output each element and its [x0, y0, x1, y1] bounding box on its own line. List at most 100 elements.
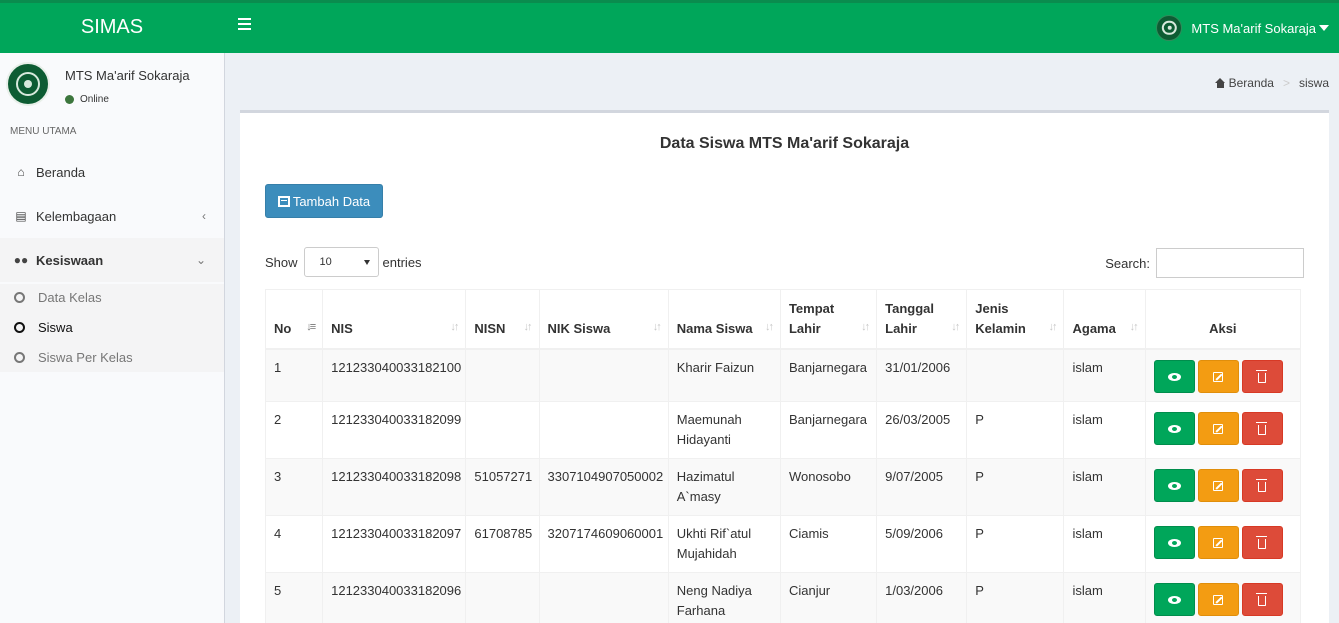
- column-header-no[interactable]: No ↓≡: [264, 289, 324, 350]
- cell-nisn: 61708785: [465, 515, 540, 573]
- cell-no: 4: [264, 515, 324, 573]
- column-header-nik[interactable]: NIK Siswa ↓↑: [538, 289, 669, 350]
- breadcrumb-separator: >: [1282, 76, 1290, 90]
- search-input[interactable]: [1156, 248, 1304, 278]
- cell-tanggal-lahir: 5/09/2006: [876, 515, 968, 573]
- cell-nama: Kharir Faizun: [667, 348, 781, 402]
- view-button[interactable]: [1153, 583, 1195, 616]
- cell-agama: islam: [1063, 458, 1146, 516]
- edit-button[interactable]: [1197, 412, 1239, 445]
- cell-agama: islam: [1063, 401, 1146, 459]
- cell-no: 1: [264, 348, 324, 402]
- user-menu[interactable]: MTS Ma'arif Sokaraja: [1156, 13, 1329, 43]
- top-navbar: SIMAS MTS Ma'arif Sokaraja: [0, 0, 1339, 53]
- breadcrumb: Beranda > siswa: [1214, 76, 1329, 90]
- cell-nama: Maemunah Hidayanti: [667, 401, 781, 459]
- view-button[interactable]: [1153, 360, 1195, 393]
- submenu-item-siswa[interactable]: Siswa: [14, 317, 73, 337]
- cell-aksi: [1144, 401, 1302, 459]
- view-button[interactable]: [1153, 526, 1195, 559]
- cell-nis: 121233040033182099: [322, 401, 467, 459]
- table-row: 5 121233040033182096 Neng Nadiya Farhana Ci…: [264, 572, 1302, 623]
- sidebar-item-label: Beranda: [36, 164, 86, 180]
- delete-button[interactable]: [1241, 583, 1283, 616]
- avatar: [1156, 15, 1183, 41]
- submenu-item-data-kelas[interactable]: Data Kelas: [14, 287, 102, 307]
- cell-nis: 121233040033182096: [322, 572, 467, 623]
- submenu-label: Data Kelas: [38, 289, 102, 305]
- delete-button[interactable]: [1241, 360, 1283, 393]
- column-header-agama[interactable]: Agama ↓↑: [1063, 289, 1146, 350]
- row-actions: [1146, 467, 1300, 502]
- table-row: 1 121233040033182100 Kharir Faizun Banjarne…: [264, 348, 1302, 402]
- breadcrumb-current: siswa: [1298, 76, 1329, 90]
- status-online: Online: [65, 94, 109, 105]
- edit-button[interactable]: [1197, 469, 1239, 502]
- table-row: 4 121233040033182097 61708785 3207174609060…: [264, 515, 1302, 573]
- cell-nis: 121233040033182098: [322, 458, 467, 516]
- eye-icon: [1167, 538, 1181, 547]
- eye-icon: [1167, 481, 1181, 490]
- sort-desc-icon: ↓≡: [306, 321, 316, 333]
- cell-agama: islam: [1063, 348, 1146, 402]
- edit-button[interactable]: [1197, 583, 1239, 616]
- content-box: Data Siswa MTS Ma'arif Sokaraja Tambah D…: [240, 110, 1329, 623]
- view-button[interactable]: [1153, 469, 1195, 502]
- dropdown-arrow-icon: [363, 259, 370, 265]
- breadcrumb-home[interactable]: Beranda: [1229, 76, 1274, 90]
- add-data-button[interactable]: Tambah Data: [265, 184, 383, 218]
- cell-aksi: [1144, 572, 1302, 623]
- column-header-nama[interactable]: Nama Siswa ↓↑: [667, 289, 781, 350]
- sidebar: MTS Ma'arif Sokaraja Online MENU UTAMA ⌂…: [0, 53, 225, 623]
- edit-button[interactable]: [1197, 360, 1239, 393]
- submenu-item-siswa-per-kelas[interactable]: Siswa Per Kelas: [14, 347, 133, 367]
- cell-nama: Ukhti Rif`atul Mujahidah: [667, 515, 781, 573]
- newspaper-icon: ▤: [15, 209, 27, 223]
- cell-aksi: [1144, 458, 1302, 516]
- cell-tanggal-lahir: 26/03/2005: [876, 401, 968, 459]
- delete-button[interactable]: [1241, 412, 1283, 445]
- cell-tanggal-lahir: 9/07/2005: [876, 458, 968, 516]
- delete-button[interactable]: [1241, 469, 1283, 502]
- column-label: Nama Siswa: [676, 321, 753, 336]
- column-header-tempat-lahir[interactable]: Tempat Lahir ↓↑: [779, 289, 878, 350]
- cell-jenis-kelamin: P: [966, 515, 1065, 573]
- column-header-tanggal-lahir[interactable]: Tanggal Lahir ↓↑: [876, 289, 968, 350]
- row-actions: [1146, 581, 1300, 616]
- hamburger-menu-icon[interactable]: [238, 18, 252, 32]
- sidebar-item-kesiswaan[interactable]: ●● Kesiswaan ⌄: [0, 238, 224, 282]
- submenu-label: Siswa: [38, 319, 73, 335]
- view-button[interactable]: [1153, 412, 1195, 445]
- cell-nik: [538, 572, 669, 623]
- sidebar-item-beranda[interactable]: ⌂ Beranda: [0, 150, 224, 194]
- delete-button[interactable]: [1241, 526, 1283, 559]
- list-alt-icon: [277, 195, 290, 207]
- row-actions: [1146, 410, 1300, 445]
- row-actions: [1146, 358, 1300, 393]
- edit-button[interactable]: [1197, 526, 1239, 559]
- users-icon: ●●: [13, 253, 29, 267]
- avatar: [6, 62, 50, 106]
- menu-header: MENU UTAMA: [10, 126, 77, 137]
- entries-select[interactable]: 10: [303, 247, 379, 277]
- sidebar-item-label: Kelembagaan: [36, 208, 117, 224]
- column-header-jenis-kelamin[interactable]: Jenis Kelamin ↓↑: [966, 289, 1065, 350]
- sort-icon: ↓↑: [450, 321, 459, 333]
- column-header-nisn[interactable]: NISN ↓↑: [465, 289, 540, 350]
- cell-tempat-lahir: Banjarnegara: [779, 348, 878, 402]
- column-label: No: [274, 321, 292, 336]
- search-label: Search:: [1105, 255, 1150, 271]
- column-header-nis[interactable]: NIS ↓↑: [322, 289, 467, 350]
- column-label: Tanggal Lahir: [885, 301, 934, 336]
- app-logo[interactable]: SIMAS: [0, 3, 224, 53]
- column-label: NIK Siswa: [547, 321, 611, 336]
- cell-nisn: [465, 348, 540, 402]
- page-title: Data Siswa MTS Ma'arif Sokaraja: [659, 135, 910, 152]
- table-row: 3 121233040033182098 51057271 3307104907050…: [264, 458, 1302, 516]
- sidebar-item-label: Kesiswaan: [36, 252, 104, 268]
- trash-icon: [1256, 478, 1268, 492]
- cell-aksi: [1144, 515, 1302, 573]
- circle-icon: [14, 321, 25, 333]
- sidebar-item-kelembagaan[interactable]: ▤ Kelembagaan ‹: [0, 194, 224, 238]
- eye-icon: [1167, 372, 1181, 381]
